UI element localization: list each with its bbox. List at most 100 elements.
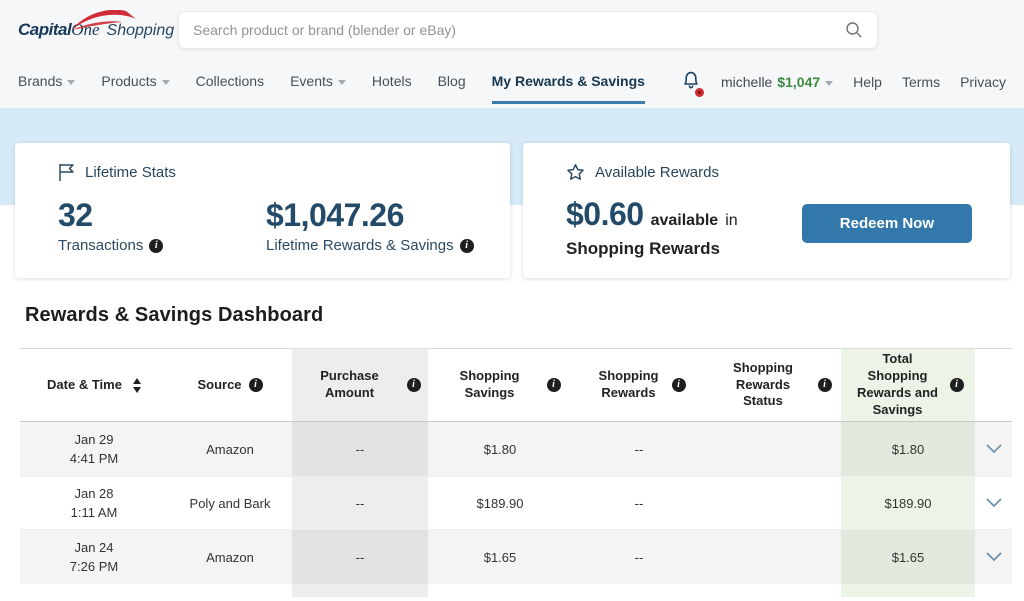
expand-row-button[interactable] [982,548,1006,566]
nav-label: My Rewards & Savings [492,73,645,89]
notification-badge [695,88,704,97]
transactions-label-row: Transactions i [58,237,266,254]
shopping-rewards-label: Shopping Rewards [566,238,738,260]
lifetime-stats-title-row: Lifetime Stats [58,163,482,182]
available-rewards-card: Available Rewards $0.60 available in Sho… [523,143,1010,278]
available-rewards-title: Available Rewards [595,164,719,181]
date-time-cell: Jan 247:26 PM [20,530,168,584]
expand-cell [975,422,1012,476]
column-label: Source [197,377,241,394]
total-cell: $1.80 [841,422,975,476]
column-label: Date & Time [47,377,122,394]
dashboard-title: Rewards & Savings Dashboard [25,304,999,327]
available-amount: $0.60 [566,194,644,236]
nav-label: Brands [18,73,62,89]
shopping-savings-cell: $1.65 [428,530,572,584]
logo-capital-text: Capital [18,20,71,40]
page: CapitalOne Shopping Brands Products Coll… [0,0,1024,601]
column-label: Total Shopping Rewards and Savings [853,351,943,419]
available-word: available [651,211,719,232]
search-input[interactable] [193,22,845,38]
purchase-amount-cell: -- [292,422,428,476]
notifications-button[interactable] [681,69,701,95]
column-header-shopping-rewards-status[interactable]: Shopping Rewards Status i [706,349,841,421]
help-link[interactable]: Help [853,74,882,90]
capital-one-swoosh-icon [70,10,142,32]
nav-item-brands[interactable]: Brands [18,73,75,91]
info-icon[interactable]: i [672,378,686,392]
date: Jan 24 [70,538,118,558]
transactions-stat: 32 Transactions i [58,198,266,254]
redeem-now-button[interactable]: Redeem Now [802,204,972,243]
source-cell: Amazon [168,422,292,476]
lifetime-rewards-label-row: Lifetime Rewards & Savings i [266,237,474,254]
dashboard-header: Rewards & Savings Dashboard [0,278,1024,327]
info-icon[interactable]: i [460,239,474,253]
shopping-savings-cell: $189.90 [428,477,572,529]
capital-one-shopping-logo[interactable]: CapitalOne Shopping [18,20,176,40]
nav-item-events[interactable]: Events [290,73,346,91]
column-label: Shopping Rewards [593,368,665,402]
transactions-label: Transactions [58,237,143,254]
top-bar: CapitalOne Shopping Brands Products Coll… [0,0,1024,108]
nav-label: Hotels [372,73,412,89]
sort-icon[interactable] [133,378,141,393]
info-icon[interactable]: i [407,378,421,392]
shopping-rewards-cell: -- [572,530,706,584]
nav-item-blog[interactable]: Blog [438,73,466,91]
table-row: Jan 281:11 AM Poly and Bark -- $189.90 -… [20,476,1012,530]
info-icon[interactable]: i [818,378,832,392]
transactions-value: 32 [58,198,266,233]
nav-label: Blog [438,73,466,89]
nav-label: Products [101,73,156,89]
column-header-shopping-savings[interactable]: Shopping Savings i [428,349,572,421]
purchase-amount-cell: -- [292,530,428,584]
search-box[interactable] [178,11,878,49]
in-word: in [725,211,737,232]
chevron-down-icon [162,80,170,85]
nav-right: michelle $1,047 Help Terms Privacy [681,69,1006,95]
privacy-link[interactable]: Privacy [960,74,1006,90]
time: 4:41 PM [70,449,118,469]
lifetime-rewards-label: Lifetime Rewards & Savings [266,237,454,254]
lifetime-stats-title: Lifetime Stats [85,164,176,181]
nav-item-my-rewards-savings[interactable]: My Rewards & Savings [492,73,645,91]
column-header-expand [975,349,1012,421]
rewards-table: Date & Time Source i Purchase Amount i S… [20,348,1012,597]
search-row: CapitalOne Shopping [0,0,1024,60]
column-header-total-shopping-rewards[interactable]: Total Shopping Rewards and Savings i [841,349,975,421]
chevron-down-icon [67,80,75,85]
available-rewards-title-row: Available Rewards [566,163,982,182]
rewards-status-cell [706,477,841,529]
rewards-status-cell [706,530,841,584]
time: 7:26 PM [70,557,118,577]
source-cell: Amazon [168,530,292,584]
expand-cell [975,530,1012,584]
info-icon[interactable]: i [547,378,561,392]
column-header-purchase-amount[interactable]: Purchase Amount i [292,349,428,421]
nav-item-products[interactable]: Products [101,73,169,91]
terms-link[interactable]: Terms [902,74,940,90]
flag-icon [58,163,75,182]
expand-row-button[interactable] [982,440,1006,458]
expand-row-button[interactable] [982,494,1006,512]
account-balance: $1,047 [777,74,820,90]
column-label: Shopping Savings [440,368,540,402]
column-header-shopping-rewards[interactable]: Shopping Rewards i [572,349,706,421]
info-icon[interactable]: i [149,239,163,253]
table-header-row: Date & Time Source i Purchase Amount i S… [20,348,1012,422]
column-header-source[interactable]: Source i [168,349,292,421]
account-menu[interactable]: michelle $1,047 [721,74,833,90]
table-row-partial [20,584,1012,597]
nav-item-collections[interactable]: Collections [196,73,264,91]
search-icon[interactable] [845,21,863,39]
info-icon[interactable]: i [249,378,263,392]
column-label: Purchase Amount [300,368,400,402]
lifetime-rewards-value: $1,047.26 [266,198,474,233]
column-header-date-time[interactable]: Date & Time [20,349,168,421]
lifetime-stats-values: 32 Transactions i $1,047.26 Lifetime Rew… [58,198,482,254]
nav-item-hotels[interactable]: Hotels [372,73,412,91]
chevron-down-icon [338,80,346,85]
purchase-amount-cell: -- [292,477,428,529]
info-icon[interactable]: i [950,378,964,392]
